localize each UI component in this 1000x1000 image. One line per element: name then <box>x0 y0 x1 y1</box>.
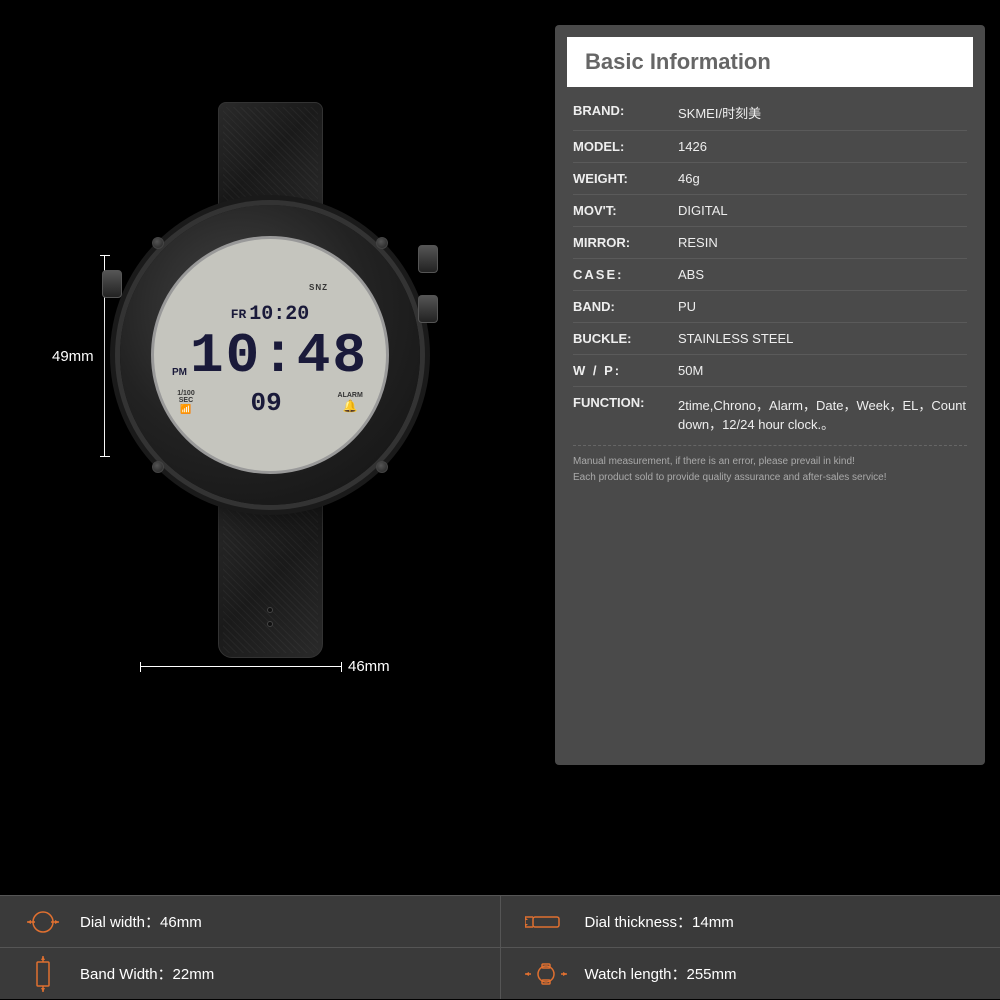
dial-thickness-text: Dial thickness：14mm <box>585 911 734 932</box>
spec-cell-dial-thickness: Dial thickness：14mm <box>501 896 1000 947</box>
label-movt: MOV'T: <box>573 203 678 218</box>
label-model: MODEL: <box>573 139 678 154</box>
label-wp: W / P: <box>573 363 678 378</box>
wifi-signal-icon: 📶 <box>180 404 191 415</box>
snz-label: SNZ <box>309 283 328 292</box>
band-top <box>218 102 323 207</box>
info-row-function: FUNCTION: 2time,Chrono，Alarm，Date，Week，E… <box>573 387 967 441</box>
watch-length-text: Watch length：255mm <box>585 963 737 984</box>
watch-wrapper: SNZ FR 10:20 PM 10:48 <box>120 102 420 658</box>
band-bottom <box>218 503 323 658</box>
day-display: FR <box>231 307 247 322</box>
label-case: CASE: <box>573 267 678 282</box>
value-function: 2time,Chrono，Alarm，Date，Week，EL，Count do… <box>678 395 967 433</box>
label-mirror: MIRROR: <box>573 235 678 250</box>
watch-case: SNZ FR 10:20 PM 10:48 <box>120 205 420 505</box>
dial-width-icon <box>24 908 62 936</box>
specs-row-2: Band Width：22mm Watch length： <box>0 947 1000 999</box>
top-time-row: FR 10:20 <box>231 303 310 326</box>
crown-left <box>102 270 122 298</box>
info-panel: Basic Information BRAND: SKMEI/时刻美 MODEL… <box>555 25 985 765</box>
label-band: BAND: <box>573 299 678 314</box>
top-time-display: 10:20 <box>249 303 309 326</box>
label-function: FUNCTION: <box>573 395 678 433</box>
crown-mid-right <box>418 295 438 323</box>
main-area: 49mm <box>0 0 1000 790</box>
info-row-wp: W / P: 50M <box>573 355 967 387</box>
value-mirror: RESIN <box>678 235 718 250</box>
spec-cell-band-width: Band Width：22mm <box>0 948 501 999</box>
label-brand: BRAND: <box>573 103 678 122</box>
dim-49-label: 49mm <box>52 348 94 365</box>
info-body: BRAND: SKMEI/时刻美 MODEL: 1426 WEIGHT: 46g… <box>555 87 985 496</box>
info-row-case: CASE: ABS <box>573 259 967 291</box>
main-time-display: 10:48 <box>190 328 368 384</box>
alarm-section: ALARM 🔔 <box>338 392 363 413</box>
bottom-row: 1/100 SEC 📶 09 ALARM 🔔 <box>177 388 363 418</box>
pm-label: PM <box>172 367 187 378</box>
specs-row-1: Dial width：46mm Dial thickness：14mm <box>0 895 1000 947</box>
value-buckle: STAINLESS STEEL <box>678 331 793 346</box>
label-buckle: BUCKLE: <box>573 331 678 346</box>
value-brand: SKMEI/时刻美 <box>678 103 761 122</box>
watch-face: SNZ FR 10:20 PM 10:48 <box>151 236 389 474</box>
spec-cell-dial-width: Dial width：46mm <box>0 896 501 947</box>
info-row-model: MODEL: 1426 <box>573 131 967 163</box>
info-row-buckle: BUCKLE: STAINLESS STEEL <box>573 323 967 355</box>
value-band: PU <box>678 299 696 314</box>
value-movt: DIGITAL <box>678 203 728 218</box>
info-row-movt: MOV'T: DIGITAL <box>573 195 967 227</box>
dial-width-text: Dial width：46mm <box>80 911 202 932</box>
crown-top-right <box>418 245 438 273</box>
dim-46-label: 46mm <box>348 658 390 675</box>
screw-tl <box>152 237 164 249</box>
info-row-mirror: MIRROR: RESIN <box>573 227 967 259</box>
alarm-bell-icon: 🔔 <box>343 399 358 413</box>
main-time-row: PM 10:48 <box>172 328 368 384</box>
info-title: Basic Information <box>585 49 771 74</box>
value-wp: 50M <box>678 363 703 378</box>
alarm-label: ALARM <box>338 392 363 399</box>
specs-bar: Dial width：46mm Dial thickness：14mm <box>0 895 1000 1000</box>
screw-tr <box>376 237 388 249</box>
watch-section: 49mm <box>0 0 540 790</box>
info-row-band: BAND: PU <box>573 291 967 323</box>
dial-thickness-icon <box>525 911 567 933</box>
dimension-46mm: 46mm <box>140 658 390 675</box>
band-width-icon <box>24 956 62 992</box>
sec-section: 1/100 SEC 📶 <box>177 390 195 415</box>
sub-time-display: 09 <box>251 388 282 418</box>
spec-cell-watch-length: Watch length：255mm <box>501 948 1000 999</box>
screw-br <box>376 461 388 473</box>
info-row-weight: WEIGHT: 46g <box>573 163 967 195</box>
sec-label: 1/100 SEC <box>177 390 195 404</box>
watch-length-icon <box>525 960 567 988</box>
info-row-brand: BRAND: SKMEI/时刻美 <box>573 95 967 131</box>
info-note: Manual measurement, if there is an error… <box>573 445 967 496</box>
screw-bl <box>152 461 164 473</box>
value-model: 1426 <box>678 139 707 154</box>
dim-46-line <box>140 662 342 672</box>
value-weight: 46g <box>678 171 700 186</box>
value-case: ABS <box>678 267 704 282</box>
band-width-text: Band Width：22mm <box>80 963 214 984</box>
label-weight: WEIGHT: <box>573 171 678 186</box>
band-holes <box>267 607 273 627</box>
info-header: Basic Information <box>567 37 973 87</box>
